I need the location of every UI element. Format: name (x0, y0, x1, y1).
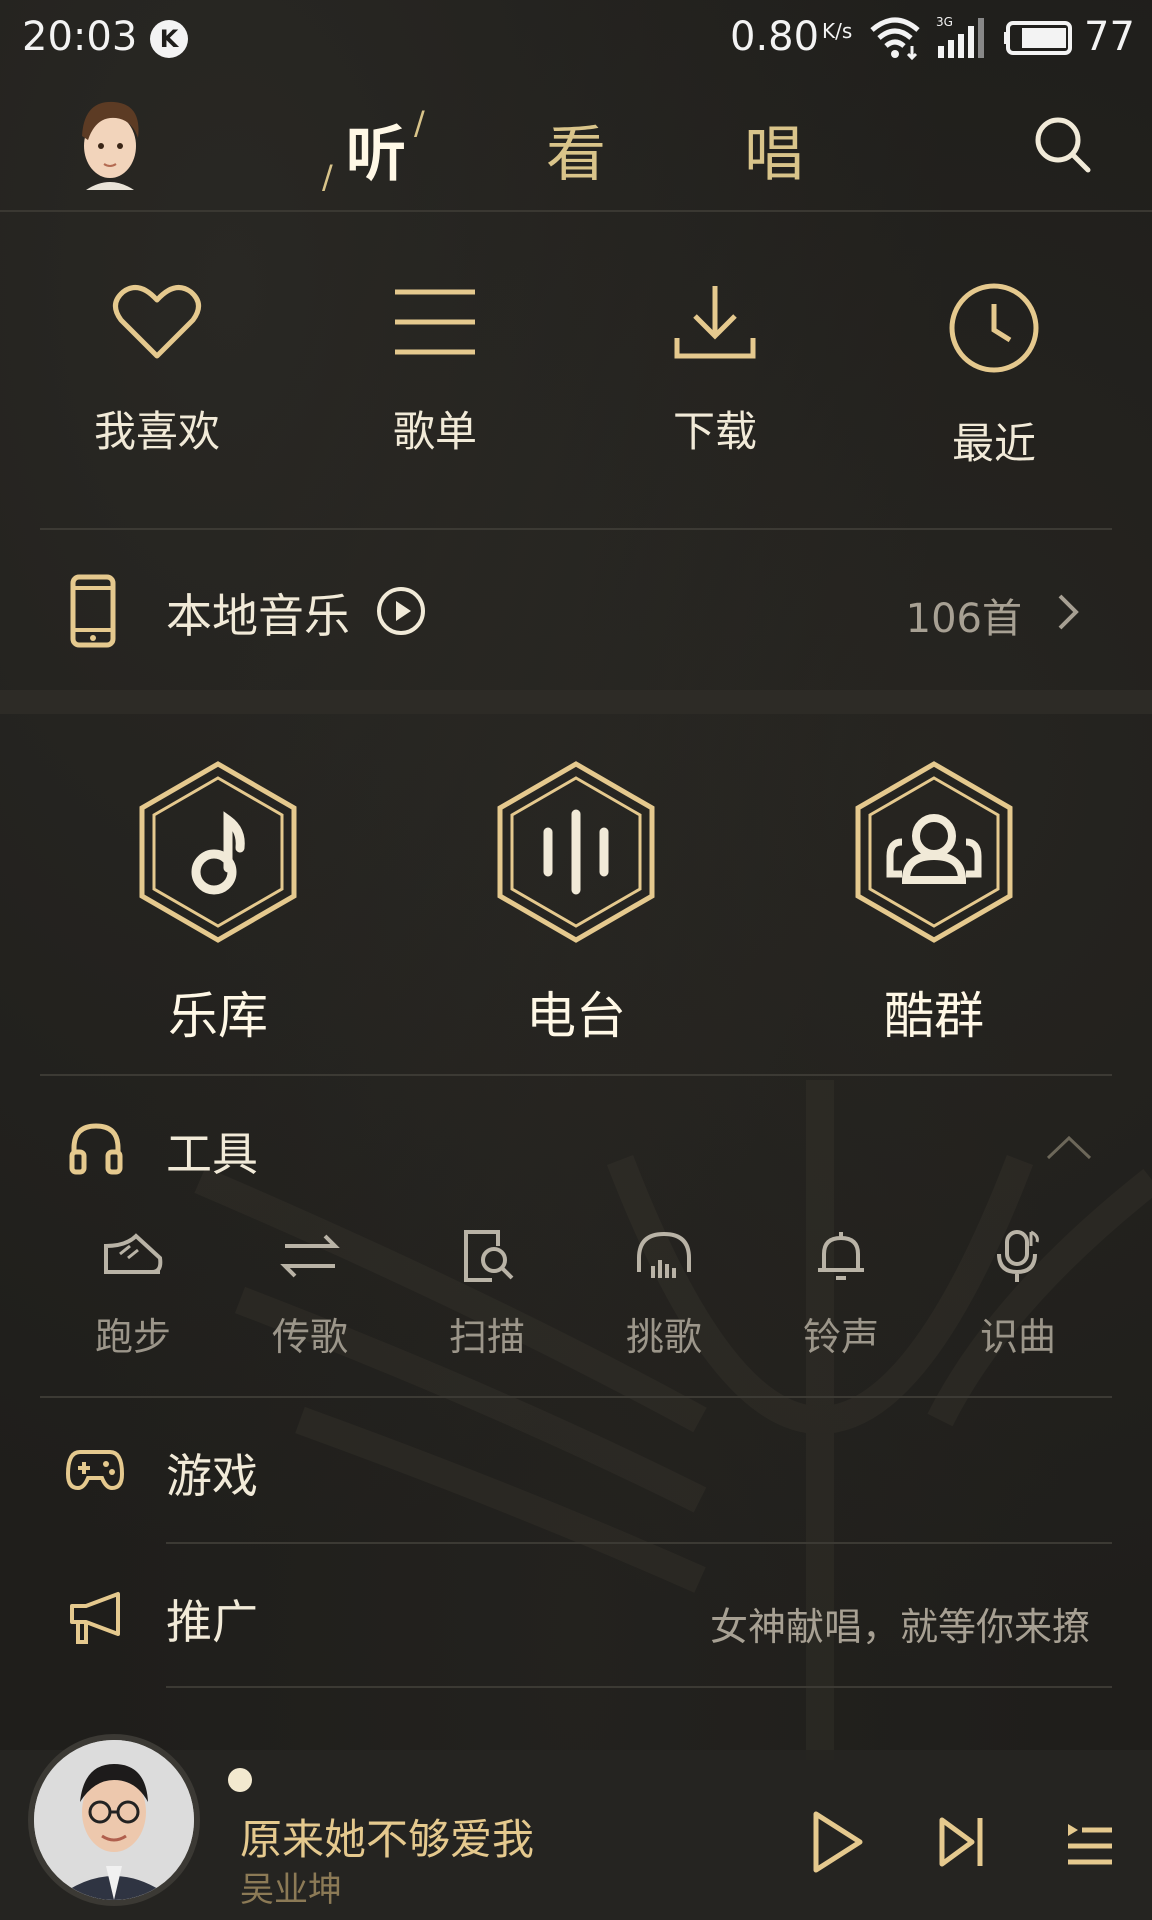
battery-level: 77 (1084, 14, 1135, 60)
album-cover[interactable] (28, 1734, 200, 1906)
headphones-icon (637, 1231, 691, 1278)
running-shoe-icon (104, 1233, 163, 1274)
tab-sing[interactable]: 唱 (744, 106, 804, 193)
games-row[interactable]: 游戏 (0, 1398, 1152, 1542)
svg-text:3G: 3G (936, 15, 953, 29)
tools-header[interactable]: 工具 (0, 1076, 1152, 1216)
playlist-queue-icon[interactable] (1064, 1810, 1114, 1870)
carrier-k-icon: K (150, 20, 188, 58)
next-icon[interactable] (938, 1810, 988, 1874)
music-library-button[interactable]: 乐库 (128, 760, 308, 1048)
promo-label: 推广 (166, 1595, 258, 1649)
tab-listen[interactable]: 听 (346, 106, 406, 193)
quick-recent-label: 最近 (951, 419, 1036, 468)
headphones-tool-icon (69, 1123, 123, 1175)
artist-name: 吴业坤 (240, 1870, 342, 1910)
bell-icon (818, 1232, 864, 1280)
quick-like[interactable]: 我喜欢 (57, 282, 257, 459)
promo-text: 女神献唱，就等你来撩 (709, 1605, 1090, 1649)
heart-icon (113, 285, 201, 359)
music-note-icon (139, 761, 297, 943)
battery-icon (1004, 21, 1072, 55)
quick-recent[interactable]: 最近 (894, 282, 1094, 471)
tools-label: 工具 (166, 1127, 258, 1181)
quick-like-label: 我喜欢 (93, 407, 220, 456)
chevron-right-icon (1058, 594, 1079, 630)
megaphone-icon (70, 1592, 120, 1644)
mic-recognize-icon (997, 1230, 1039, 1282)
quick-download[interactable]: 下载 (615, 282, 815, 459)
status-bar: 20:03 K 0.80 K/s 3G 77 (0, 0, 1152, 76)
tool-ringtone-label: 铃声 (802, 1315, 879, 1359)
music-library-label: 乐库 (168, 987, 268, 1045)
network-speed: 0.80 (730, 14, 820, 60)
tool-scan[interactable]: 扫描 (417, 1228, 557, 1361)
quick-actions: 我喜欢 歌单 下载 最近 (0, 212, 1152, 530)
divider (166, 1686, 1112, 1688)
quick-download-label: 下载 (672, 407, 757, 456)
quick-playlist-label: 歌单 (392, 407, 477, 456)
search-icon[interactable] (1030, 112, 1096, 178)
radio-button[interactable]: 电台 (486, 760, 666, 1048)
tool-recognize[interactable]: 识曲 (948, 1228, 1088, 1361)
scan-icon (464, 1230, 514, 1282)
artist-photo (34, 1740, 194, 1900)
tool-running[interactable]: 跑步 (63, 1228, 203, 1361)
tool-transfer-label: 传歌 (271, 1315, 348, 1359)
clock-icon (949, 283, 1039, 373)
progress-dot[interactable] (228, 1768, 252, 1792)
feature-hexes: 乐库 电台 酷群 (0, 714, 1152, 1074)
phone-icon (70, 574, 116, 648)
tab-active-slash-left: / (322, 158, 333, 196)
mini-player[interactable]: 原来她不够爱我 吴业坤 (0, 1734, 1152, 1920)
radio-label: 电台 (526, 987, 626, 1045)
user-avatar[interactable] (72, 94, 148, 194)
radio-bars-icon (497, 761, 655, 943)
chevron-up-icon[interactable] (1044, 1132, 1094, 1162)
tab-watch[interactable]: 看 (546, 106, 606, 193)
tool-running-label: 跑步 (94, 1315, 171, 1359)
play-circle-icon[interactable] (376, 586, 426, 636)
tool-pick-song[interactable]: 挑歌 (594, 1228, 734, 1361)
promo-row[interactable]: 推广 女神献唱，就等你来撩 (0, 1544, 1152, 1688)
cool-group-label: 酷群 (884, 987, 984, 1045)
top-nav: / 听 / 看 唱 (0, 76, 1152, 212)
play-icon[interactable] (810, 1810, 864, 1874)
download-icon (674, 286, 756, 359)
wifi-icon (870, 17, 920, 60)
transfer-icon (280, 1234, 340, 1278)
games-label: 游戏 (166, 1449, 258, 1503)
tools-grid: 跑步 传歌 扫描 挑歌 铃声 识曲 (0, 1216, 1152, 1396)
local-music-row[interactable]: 本地音乐 106首 (0, 530, 1152, 690)
tool-scan-label: 扫描 (448, 1315, 525, 1359)
tool-recognize-label: 识曲 (979, 1315, 1056, 1359)
local-music-label: 本地音乐 (166, 589, 350, 643)
menu-lines-icon (395, 289, 475, 355)
tool-transfer[interactable]: 传歌 (240, 1228, 380, 1361)
quick-playlist[interactable]: 歌单 (335, 282, 535, 459)
tool-pick-song-label: 挑歌 (625, 1315, 702, 1359)
group-icon (855, 761, 1013, 943)
gamepad-icon (66, 1450, 124, 1491)
tab-active-slash-right: / (414, 104, 425, 142)
song-title: 原来她不够爱我 (240, 1815, 535, 1864)
cool-group-button[interactable]: 酷群 (844, 760, 1024, 1048)
tool-ringtone[interactable]: 铃声 (771, 1228, 911, 1361)
cell-signal-icon: 3G (936, 15, 984, 58)
local-music-count: 106首 (905, 596, 1022, 642)
network-speed-unit: K/s (822, 19, 853, 43)
status-time: 20:03 (22, 14, 138, 60)
section-band (0, 690, 1152, 714)
